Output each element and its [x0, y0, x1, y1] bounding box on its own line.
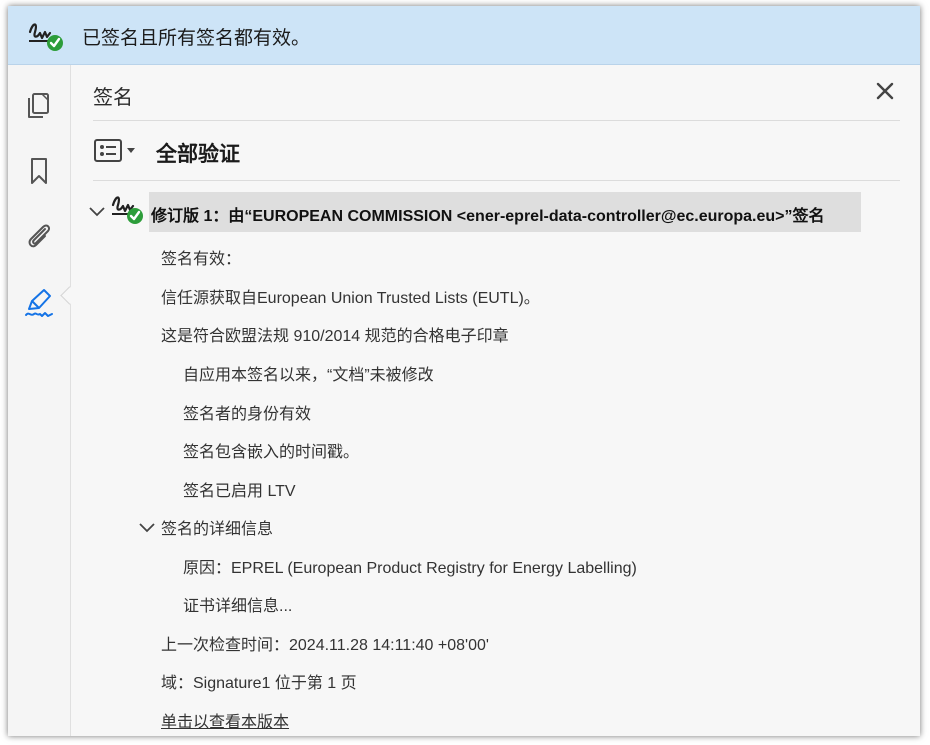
check-line: 签名者的身份有效	[183, 406, 312, 423]
signature-status-banner: 已签名且所有签名都有效。	[8, 6, 920, 65]
signature-status-text: 已签名且所有签名都有效。	[82, 28, 311, 49]
certificate-details-link[interactable]: 证书详细信息...	[183, 592, 292, 616]
signature-valid-icon	[28, 23, 63, 51]
pages-icon[interactable]	[23, 89, 55, 121]
revision-row[interactable]: 修订版 1：由“EUROPEAN COMMISSION <ener-eprel-…	[149, 192, 861, 232]
check-line: 签名包含嵌入的时间戳。	[183, 444, 360, 461]
options-list-icon[interactable]	[93, 136, 141, 166]
panel-title: 签名	[93, 87, 133, 109]
chevron-down-icon[interactable]	[138, 522, 156, 534]
left-sidebar	[8, 65, 71, 736]
revision-label: 修订版 1：由“EUROPEAN COMMISSION <ener-eprel-…	[151, 208, 825, 225]
field-line: 域：Signature1 位于第 1 页	[161, 675, 357, 692]
check-line: 签名已启用 LTV	[183, 483, 296, 500]
chevron-down-icon[interactable]	[88, 206, 106, 218]
signature-valid-icon	[111, 196, 143, 224]
detail-line: 签名有效：	[161, 251, 242, 268]
divider	[93, 180, 900, 181]
signature-pen-icon[interactable]	[23, 287, 55, 319]
signature-details-label[interactable]: 签名的详细信息	[161, 515, 273, 539]
detail-line: 这是符合欧盟法规 910/2014 规范的合格电子印章	[161, 328, 509, 345]
verify-all-button[interactable]: 全部验证	[156, 138, 240, 168]
reason-line: 原因：EPREL (European Product Registry for …	[183, 560, 637, 577]
signatures-panel: 签名 全部验证 修订版 1：由“EUROPEAN COMMISSION <ene…	[71, 65, 920, 736]
last-checked-line: 上一次检查时间：2024.11.28 14:11:40 +08'00'	[161, 637, 489, 654]
detail-line: 信任源获取自European Union Trusted Lists (EUTL…	[161, 290, 540, 307]
signature-window: 已签名且所有签名都有效。 签名 全部验证 修订版 1：由“EUROPEAN CO…	[8, 6, 920, 736]
check-line: 自应用本签名以来，“文档”未被修改	[183, 367, 434, 384]
bookmark-icon[interactable]	[23, 155, 55, 187]
attachment-icon[interactable]	[23, 220, 55, 252]
close-icon[interactable]	[874, 80, 896, 102]
divider	[93, 120, 900, 121]
view-version-link[interactable]: 单击以查看本版本	[161, 708, 289, 732]
